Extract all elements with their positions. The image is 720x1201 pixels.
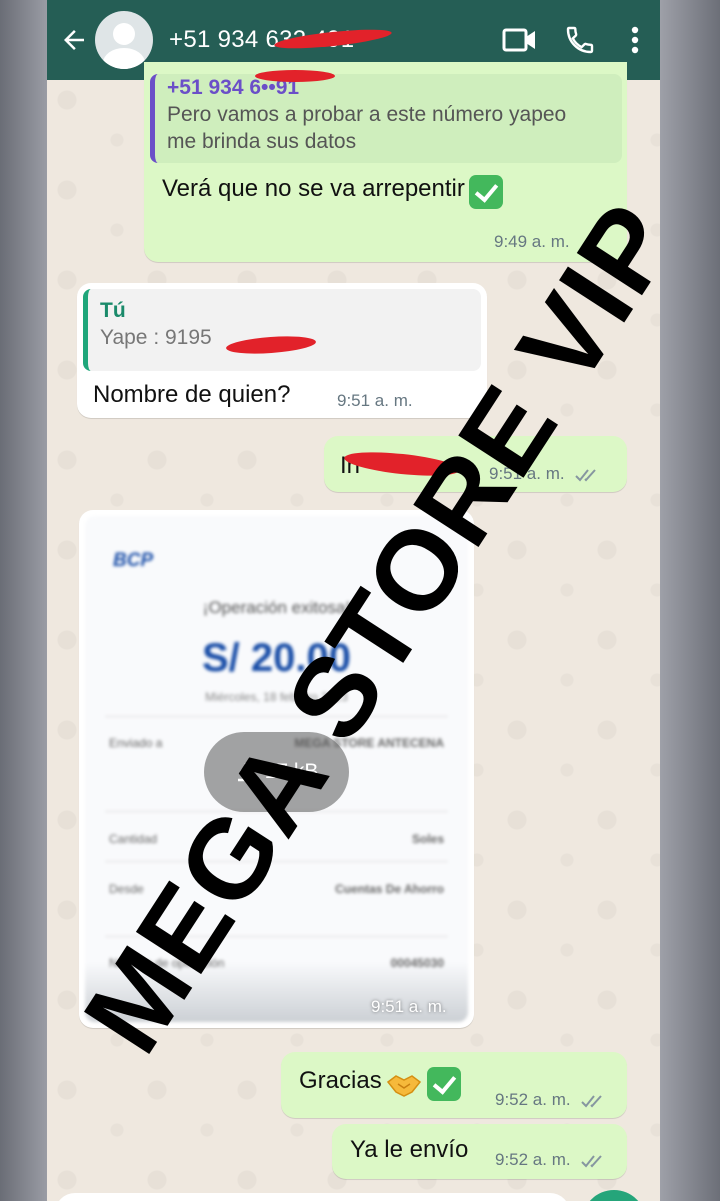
- message-outgoing[interactable]: Gracias 9:52 a. m.: [281, 1052, 627, 1118]
- message-outgoing[interactable]: +51 934 6••91 Pero vamos a probar a este…: [144, 62, 627, 262]
- message-body: Verá que no se va arrepentir: [162, 175, 615, 209]
- double-tick-icon: [581, 1094, 603, 1108]
- bank-logo: BCP: [113, 550, 154, 571]
- time-text: 9:52 a. m.: [495, 1090, 571, 1109]
- receipt-row-label: Enviado a: [109, 736, 163, 750]
- handshake-emoji-icon: [386, 1070, 422, 1098]
- message-body: Gracias: [299, 1067, 461, 1101]
- back-arrow-icon[interactable]: [53, 0, 95, 80]
- message-outgoing[interactable]: Ya le envío 9:52 a. m.: [332, 1124, 627, 1179]
- quoted-sender: Tú: [100, 299, 126, 322]
- message-incoming[interactable]: Tú Yape : 9195 Nombre de quien? 9:51 a. …: [77, 283, 487, 418]
- message-time: 9:52 a. m.: [495, 1150, 607, 1170]
- time-text: 9:51 a. m.: [371, 997, 447, 1016]
- time-text: 9:51 a. m.: [337, 391, 413, 410]
- message-time: 9:51 a. m.: [371, 997, 447, 1017]
- quoted-sender: +51 934 6••91: [167, 76, 300, 99]
- redaction-mark: [255, 70, 335, 82]
- check-mark-emoji-icon: [426, 1067, 461, 1101]
- time-text: 9:52 a. m.: [495, 1150, 571, 1169]
- message-text: Nombre de quien?: [93, 381, 291, 408]
- message-text: Verá que no se va arrepentir: [162, 175, 465, 203]
- message-input[interactable]: [55, 1193, 570, 1201]
- double-tick-icon: [581, 1154, 603, 1168]
- receipt-row-value: Soles: [411, 832, 444, 846]
- contact-name[interactable]: +51 934 632 491: [169, 25, 490, 54]
- double-tick-icon: [575, 468, 597, 482]
- avatar[interactable]: [95, 11, 153, 69]
- receipt-row-value: Cuentas De Ahorro: [335, 882, 444, 896]
- message-time: 9:52 a. m.: [495, 1090, 607, 1110]
- check-mark-emoji-icon: [469, 175, 504, 209]
- message-time: 9:51 a. m.: [337, 391, 413, 411]
- message-text: Ya le envío: [350, 1136, 469, 1163]
- quoted-message[interactable]: Tú Yape : 9195: [83, 289, 481, 371]
- quoted-message[interactable]: +51 934 6••91 Pero vamos a probar a este…: [150, 70, 622, 163]
- receipt-row-label: Cantidad: [109, 832, 158, 846]
- quoted-text: Pero vamos a probar a este número yapeo …: [167, 103, 567, 153]
- message-text: Gracias: [299, 1067, 382, 1095]
